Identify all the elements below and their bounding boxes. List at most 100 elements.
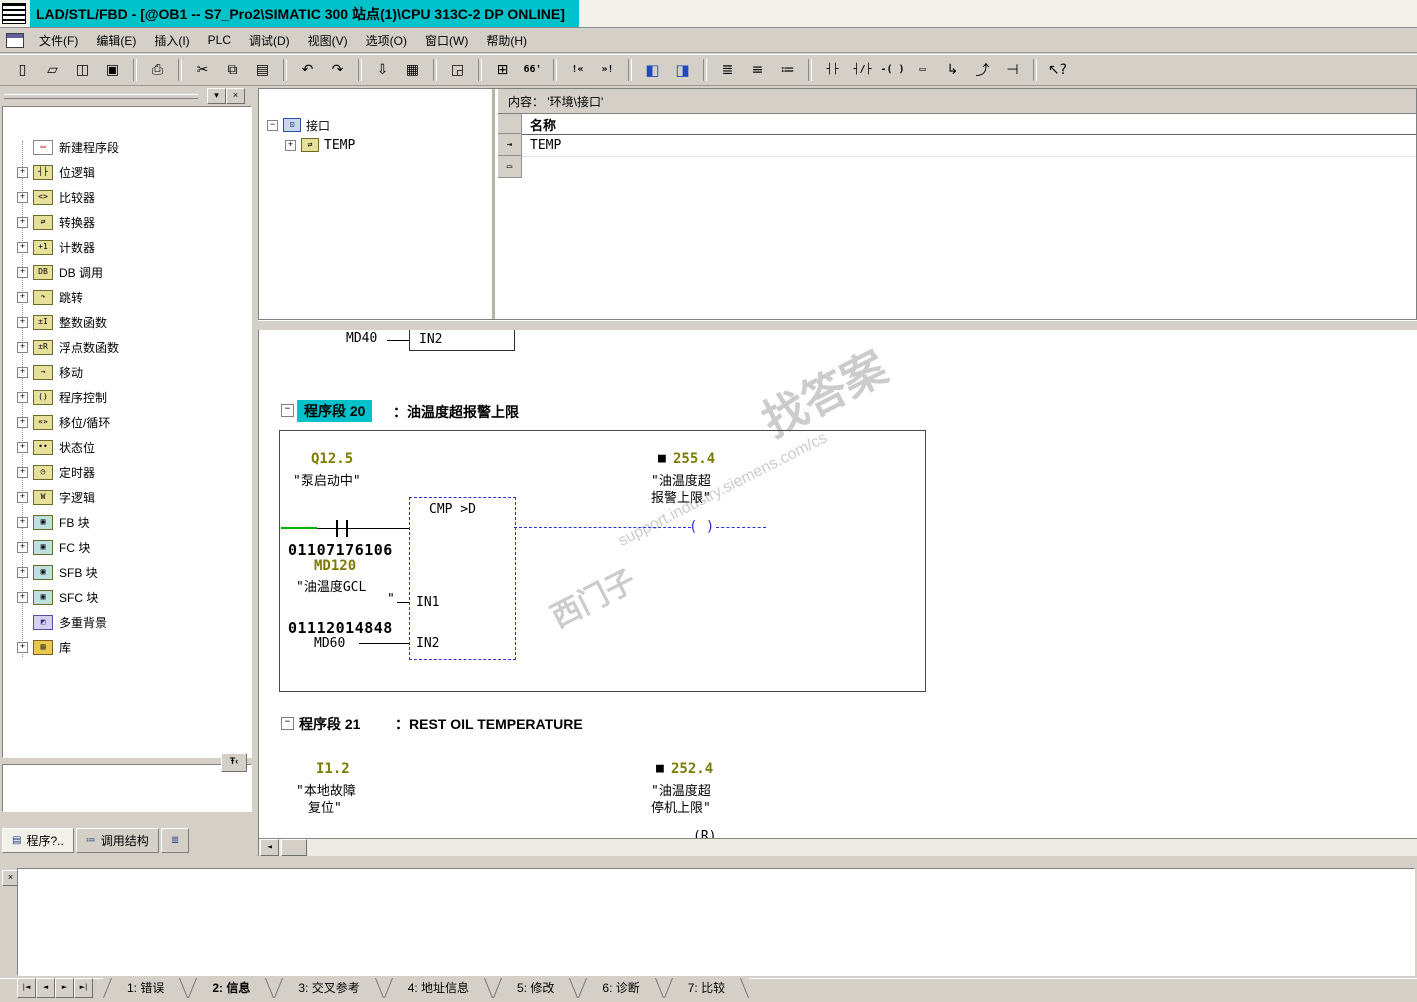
- help-button[interactable]: ↖?: [1043, 57, 1072, 83]
- output-tab-modify[interactable]: 5: 修改: [493, 978, 579, 998]
- next-error-button[interactable]: »!: [593, 57, 622, 83]
- sidebar-item-counter[interactable]: +1 计数器: [3, 235, 251, 260]
- sidebar-item-comparator[interactable]: <> 比较器: [3, 185, 251, 210]
- coil-address-255-4[interactable]: 255.4: [673, 451, 715, 467]
- pane-grip[interactable]: [4, 94, 198, 99]
- contact-address-i1-2[interactable]: I1.2: [316, 761, 350, 777]
- sidebar-item-sfb-blocks[interactable]: ▣ SFB 块: [3, 560, 251, 585]
- lad-editor[interactable]: 找答案 support.industry.siemens.com/cs 西门子 …: [258, 330, 1417, 856]
- partial-operand-md40[interactable]: MD40: [346, 331, 377, 346]
- menu-insert[interactable]: 插入(I): [145, 29, 198, 52]
- output-tab-errors[interactable]: 1: 错误: [103, 978, 189, 998]
- contact-nc-button[interactable]: ┤/├: [848, 57, 877, 83]
- sidebar-item-libraries[interactable]: ▤ 库: [3, 635, 251, 660]
- tab-scroll-last-button[interactable]: ►|: [74, 978, 93, 998]
- coil-address-252-4[interactable]: 252.4: [671, 761, 713, 777]
- sidebar-item-move[interactable]: → 移动: [3, 360, 251, 385]
- expand-icon[interactable]: [17, 392, 28, 403]
- output-content[interactable]: [17, 868, 1415, 976]
- cut-button[interactable]: ✂: [188, 57, 217, 83]
- prev-error-button[interactable]: !«: [563, 57, 592, 83]
- in2-address-md60[interactable]: MD60: [314, 636, 345, 651]
- close-branch-button[interactable]: ⤴: [968, 57, 997, 83]
- collapse-icon[interactable]: [267, 119, 278, 131]
- output-tab-compare[interactable]: 7: 比较: [663, 978, 750, 998]
- expand-icon[interactable]: [17, 492, 28, 503]
- sidebar-item-new-network[interactable]: ▭ 新建程序段: [3, 135, 251, 160]
- tab-scroll-first-button[interactable]: |◄: [17, 978, 36, 998]
- network20-collapse-icon[interactable]: [281, 404, 294, 417]
- expand-icon[interactable]: [17, 342, 28, 353]
- tab-program-elements[interactable]: ▤ 程序?..: [2, 828, 74, 853]
- network21-title[interactable]: 程序段 21: [299, 714, 360, 734]
- expand-icon[interactable]: [17, 467, 28, 478]
- empty-box-button[interactable]: ▭: [908, 57, 937, 83]
- decl-node-temp[interactable]: ⇄ TEMP: [259, 135, 492, 155]
- expand-icon[interactable]: [17, 642, 28, 653]
- redo-button[interactable]: ↷: [323, 57, 352, 83]
- sidebar-item-db-call[interactable]: DB DB 调用: [3, 260, 251, 285]
- menu-debug[interactable]: 调试(D): [240, 29, 299, 52]
- contact-bar[interactable]: [346, 520, 348, 537]
- scrollbar-thumb[interactable]: [281, 839, 307, 856]
- view-lad-button[interactable]: ◧: [638, 57, 667, 83]
- new-button[interactable]: ▯: [8, 57, 37, 83]
- in1-address-md120[interactable]: MD120: [314, 558, 356, 574]
- undo-button[interactable]: ↶: [293, 57, 322, 83]
- sidebar-item-float-math[interactable]: ±R 浮点数函数: [3, 335, 251, 360]
- network20-title[interactable]: 程序段 20: [297, 400, 373, 422]
- monitor-button[interactable]: 66': [518, 57, 547, 83]
- expand-icon[interactable]: [17, 592, 28, 603]
- sidebar-item-jump[interactable]: ↷ 跳转: [3, 285, 251, 310]
- menu-options[interactable]: 选项(O): [357, 29, 416, 52]
- list-networks-button[interactable]: ≣: [713, 57, 742, 83]
- coil-button[interactable]: -( ): [878, 57, 907, 83]
- menu-edit[interactable]: 编辑(E): [87, 29, 145, 52]
- expand-icon[interactable]: [17, 442, 28, 453]
- sidebar-item-converter[interactable]: ⇄ 转换器: [3, 210, 251, 235]
- pane-close-button[interactable]: ×: [226, 88, 245, 104]
- contact-bar[interactable]: [336, 520, 338, 537]
- sidebar-item-fc-blocks[interactable]: ▣ FC 块: [3, 535, 251, 560]
- expand-icon[interactable]: [17, 242, 28, 253]
- paste-button[interactable]: ▤: [248, 57, 277, 83]
- expand-icon[interactable]: [17, 367, 28, 378]
- copy-button[interactable]: ⧉: [218, 57, 247, 83]
- menu-window[interactable]: 窗口(W): [416, 29, 477, 52]
- list-comments-button[interactable]: ≔: [773, 57, 802, 83]
- output-tab-info[interactable]: 2: 信息: [188, 978, 275, 998]
- decl-node-interface[interactable]: ⊡ 接口: [259, 115, 492, 135]
- output-tab-address-info[interactable]: 4: 地址信息: [383, 978, 494, 998]
- expand-icon[interactable]: [285, 139, 296, 151]
- expand-icon[interactable]: [17, 567, 28, 578]
- menu-help[interactable]: 帮助(H): [477, 29, 536, 52]
- sidebar-item-integer-math[interactable]: ±I 整数函数: [3, 310, 251, 335]
- partial-param-in2[interactable]: IN2: [419, 332, 442, 347]
- open-button[interactable]: ▱: [38, 57, 67, 83]
- sidebar-item-sfc-blocks[interactable]: ▣ SFC 块: [3, 585, 251, 610]
- expand-icon[interactable]: [17, 217, 28, 228]
- save-button[interactable]: ▣: [98, 57, 127, 83]
- open-branch-button[interactable]: ↳: [938, 57, 967, 83]
- table-row-empty[interactable]: ▭: [498, 156, 1416, 178]
- output-tab-cross-reference[interactable]: 3: 交叉参考: [274, 978, 384, 998]
- cmp-in1-param[interactable]: IN1: [416, 595, 439, 610]
- download-button[interactable]: ⇩: [368, 57, 397, 83]
- menu-plc[interactable]: PLC: [199, 30, 240, 50]
- scroll-left-button[interactable]: ◄: [260, 839, 279, 856]
- address-box-button[interactable]: ◲: [443, 57, 472, 83]
- open-online-button[interactable]: ◫: [68, 57, 97, 83]
- sidebar-item-program-control[interactable]: () 程序控制: [3, 385, 251, 410]
- tab-scroll-prev-button[interactable]: ◄: [36, 978, 55, 998]
- negate-input-button[interactable]: ⊣: [998, 57, 1027, 83]
- tab-scroll-next-button[interactable]: ►: [55, 978, 74, 998]
- expand-icon[interactable]: [17, 542, 28, 553]
- expand-icon[interactable]: [17, 192, 28, 203]
- variable-name-cell[interactable]: TEMP: [522, 134, 1416, 156]
- symbol-display-button[interactable]: ⊞: [488, 57, 517, 83]
- expand-icon[interactable]: [17, 167, 28, 178]
- sidebar-item-shift-rotate[interactable]: «» 移位/循环: [3, 410, 251, 435]
- contact-no-button[interactable]: ┤├: [818, 57, 847, 83]
- cmp-title[interactable]: CMP >D: [429, 502, 476, 517]
- sidebar-item-word-logic[interactable]: W 字逻辑: [3, 485, 251, 510]
